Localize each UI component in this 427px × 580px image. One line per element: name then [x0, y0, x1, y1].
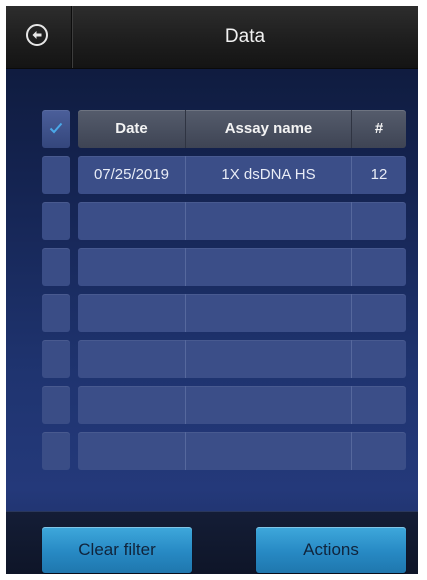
actions-button[interactable]: Actions: [256, 527, 406, 573]
row-checkbox[interactable]: [42, 340, 70, 378]
table-row-cells[interactable]: [78, 202, 406, 240]
cell-count: 12: [370, 166, 388, 183]
cell-assay-name: [186, 294, 352, 332]
cell-assay-name: [186, 432, 352, 470]
table-row-cells[interactable]: [78, 248, 406, 286]
clear-filter-button[interactable]: Clear filter: [42, 527, 192, 573]
row-checkbox[interactable]: [42, 386, 70, 424]
screen: Data Date Assay name # 07/25/2019 1X dsD…: [6, 6, 418, 574]
row-checkbox[interactable]: [42, 156, 70, 194]
table-row: [42, 340, 406, 378]
table-row: [42, 294, 406, 332]
cell-assay-name: [186, 248, 352, 286]
cell-date: [78, 340, 186, 378]
table-row: [42, 432, 406, 470]
top-bar: Data: [6, 6, 418, 69]
row-checkbox[interactable]: [42, 202, 70, 240]
cell-date: [78, 432, 186, 470]
cell-assay-name: 1X dsDNA HS: [186, 156, 352, 194]
table-row: 07/25/2019 1X dsDNA HS 12: [42, 156, 406, 194]
back-button[interactable]: [6, 6, 73, 68]
row-checkbox[interactable]: [42, 248, 70, 286]
table-row: [42, 248, 406, 286]
cell-count: [352, 248, 406, 286]
table-row: [42, 202, 406, 240]
cell-date: 07/25/2019: [78, 156, 186, 194]
cell-date: [78, 294, 186, 332]
cell-assay-name: [186, 386, 352, 424]
row-checkbox[interactable]: [42, 432, 70, 470]
table-header-row: Date Assay name #: [42, 110, 406, 148]
cell-assay-name: [186, 202, 352, 240]
checkmark-icon: [49, 122, 63, 134]
row-checkbox[interactable]: [42, 294, 70, 332]
page-title: Data: [224, 26, 266, 47]
data-table: Date Assay name # 07/25/2019 1X dsDNA HS…: [42, 110, 406, 478]
column-headers: Date Assay name #: [78, 110, 406, 148]
cell-date: [78, 248, 186, 286]
select-all-checkbox[interactable]: [42, 110, 70, 148]
column-header-date[interactable]: Date: [78, 110, 186, 148]
cell-count: [352, 386, 406, 424]
cell-count: [352, 202, 406, 240]
column-header-assay-name[interactable]: Assay name: [186, 110, 352, 148]
table-row: [42, 386, 406, 424]
cell-date: [78, 386, 186, 424]
table-row-cells[interactable]: [78, 294, 406, 332]
column-header-count[interactable]: #: [352, 110, 406, 148]
cell-count: [352, 340, 406, 378]
table-row-cells[interactable]: 07/25/2019 1X dsDNA HS 12: [78, 156, 406, 194]
cell-count: [352, 432, 406, 470]
cell-date: [78, 202, 186, 240]
back-arrow-icon: [26, 24, 48, 46]
bottom-bar: Clear filter Actions: [6, 511, 418, 574]
table-row-cells[interactable]: [78, 340, 406, 378]
cell-count: [352, 294, 406, 332]
table-row-cells[interactable]: [78, 432, 406, 470]
table-row-cells[interactable]: [78, 386, 406, 424]
cell-assay-name: [186, 340, 352, 378]
